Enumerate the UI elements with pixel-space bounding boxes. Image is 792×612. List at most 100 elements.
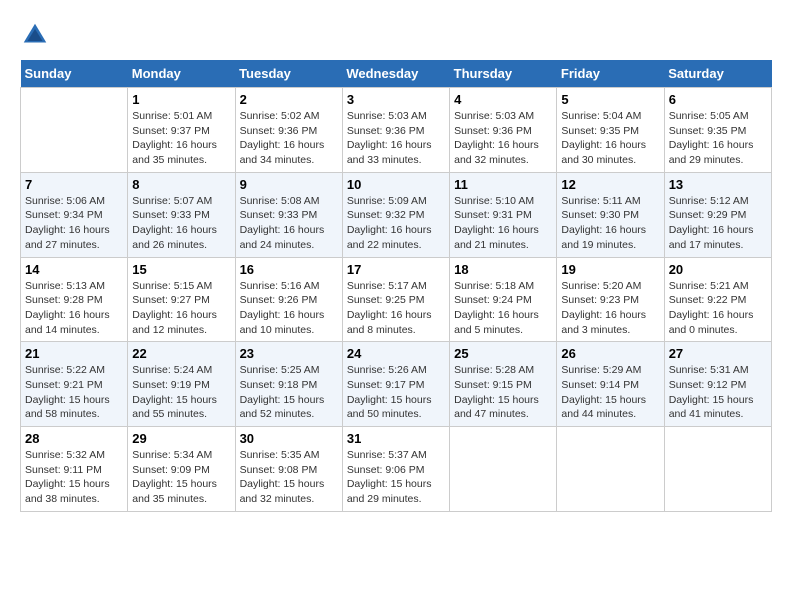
day-number: 26 [561, 346, 659, 361]
day-number: 5 [561, 92, 659, 107]
calendar-cell: 11 Sunrise: 5:10 AM Sunset: 9:31 PM Dayli… [450, 172, 557, 257]
day-detail: Sunrise: 5:03 AM Sunset: 9:36 PM Dayligh… [454, 110, 539, 166]
calendar-week-row: 28 Sunrise: 5:32 AM Sunset: 9:11 PM Dayli… [21, 427, 772, 512]
day-detail: Sunrise: 5:34 AM Sunset: 9:09 PM Dayligh… [132, 449, 217, 505]
day-number: 1 [132, 92, 230, 107]
day-detail: Sunrise: 5:13 AM Sunset: 9:28 PM Dayligh… [25, 280, 110, 336]
calendar-cell: 26 Sunrise: 5:29 AM Sunset: 9:14 PM Dayli… [557, 342, 664, 427]
calendar-cell: 23 Sunrise: 5:25 AM Sunset: 9:18 PM Dayli… [235, 342, 342, 427]
calendar-cell: 2 Sunrise: 5:02 AM Sunset: 9:36 PM Daylig… [235, 88, 342, 173]
day-number: 12 [561, 177, 659, 192]
day-number: 15 [132, 262, 230, 277]
day-detail: Sunrise: 5:20 AM Sunset: 9:23 PM Dayligh… [561, 280, 646, 336]
calendar-week-row: 7 Sunrise: 5:06 AM Sunset: 9:34 PM Daylig… [21, 172, 772, 257]
day-number: 7 [25, 177, 123, 192]
day-detail: Sunrise: 5:22 AM Sunset: 9:21 PM Dayligh… [25, 364, 110, 420]
day-number: 28 [25, 431, 123, 446]
calendar-cell: 27Sunrise: 5:31 AM Sunset: 9:12 PM Dayli… [664, 342, 771, 427]
weekday-header-friday: Friday [557, 60, 664, 88]
calendar-cell: 24Sunrise: 5:26 AM Sunset: 9:17 PM Dayli… [342, 342, 449, 427]
calendar-cell: 1 Sunrise: 5:01 AM Sunset: 9:37 PM Daylig… [128, 88, 235, 173]
day-number: 20 [669, 262, 767, 277]
calendar-cell: 15 Sunrise: 5:15 AM Sunset: 9:27 PM Dayli… [128, 257, 235, 342]
day-number: 14 [25, 262, 123, 277]
day-detail: Sunrise: 5:18 AM Sunset: 9:24 PM Dayligh… [454, 280, 539, 336]
calendar-cell: 20 Sunrise: 5:21 AM Sunset: 9:22 PM Dayli… [664, 257, 771, 342]
day-detail: Sunrise: 5:16 AM Sunset: 9:26 PM Dayligh… [240, 280, 325, 336]
day-number: 31 [347, 431, 445, 446]
calendar-week-row: 14 Sunrise: 5:13 AM Sunset: 9:28 PM Dayli… [21, 257, 772, 342]
calendar-cell [557, 427, 664, 512]
calendar-cell [450, 427, 557, 512]
day-number: 2 [240, 92, 338, 107]
calendar-cell: 28 Sunrise: 5:32 AM Sunset: 9:11 PM Dayli… [21, 427, 128, 512]
day-number: 11 [454, 177, 552, 192]
day-detail: Sunrise: 5:11 AM Sunset: 9:30 PM Dayligh… [561, 195, 646, 251]
weekday-header-wednesday: Wednesday [342, 60, 449, 88]
calendar-cell [664, 427, 771, 512]
day-number: 8 [132, 177, 230, 192]
calendar-cell: 3 Sunrise: 5:03 AM Sunset: 9:36 PM Daylig… [342, 88, 449, 173]
day-number: 18 [454, 262, 552, 277]
day-detail: Sunrise: 5:10 AM Sunset: 9:31 PM Dayligh… [454, 195, 539, 251]
day-detail: Sunrise: 5:25 AM Sunset: 9:18 PM Dayligh… [240, 364, 325, 420]
day-detail: Sunrise: 5:12 AM Sunset: 9:29 PM Dayligh… [669, 195, 754, 251]
calendar-cell: 9 Sunrise: 5:08 AM Sunset: 9:33 PM Daylig… [235, 172, 342, 257]
day-detail: Sunrise: 5:02 AM Sunset: 9:36 PM Dayligh… [240, 110, 325, 166]
weekday-header-monday: Monday [128, 60, 235, 88]
day-number: 25 [454, 346, 552, 361]
day-number: 23 [240, 346, 338, 361]
day-number: 13 [669, 177, 767, 192]
calendar-cell: 13 Sunrise: 5:12 AM Sunset: 9:29 PM Dayli… [664, 172, 771, 257]
day-detail: Sunrise: 5:08 AM Sunset: 9:33 PM Dayligh… [240, 195, 325, 251]
logo-icon [20, 20, 50, 50]
day-detail: Sunrise: 5:29 AM Sunset: 9:14 PM Dayligh… [561, 364, 646, 420]
day-number: 19 [561, 262, 659, 277]
calendar-cell: 6Sunrise: 5:05 AM Sunset: 9:35 PM Daylig… [664, 88, 771, 173]
day-detail: Sunrise: 5:21 AM Sunset: 9:22 PM Dayligh… [669, 280, 754, 336]
calendar-cell: 12 Sunrise: 5:11 AM Sunset: 9:30 PM Dayli… [557, 172, 664, 257]
calendar-week-row: 1 Sunrise: 5:01 AM Sunset: 9:37 PM Daylig… [21, 88, 772, 173]
weekday-header-sunday: Sunday [21, 60, 128, 88]
calendar-cell: 17 Sunrise: 5:17 AM Sunset: 9:25 PM Dayli… [342, 257, 449, 342]
calendar-cell: 18 Sunrise: 5:18 AM Sunset: 9:24 PM Dayli… [450, 257, 557, 342]
calendar-cell: 30 Sunrise: 5:35 AM Sunset: 9:08 PM Dayli… [235, 427, 342, 512]
day-number: 3 [347, 92, 445, 107]
day-detail: Sunrise: 5:17 AM Sunset: 9:25 PM Dayligh… [347, 280, 432, 336]
day-number: 16 [240, 262, 338, 277]
day-detail: Sunrise: 5:15 AM Sunset: 9:27 PM Dayligh… [132, 280, 217, 336]
calendar-cell: 19 Sunrise: 5:20 AM Sunset: 9:23 PM Dayli… [557, 257, 664, 342]
day-detail: Sunrise: 5:28 AM Sunset: 9:15 PM Dayligh… [454, 364, 539, 420]
calendar-cell: 14 Sunrise: 5:13 AM Sunset: 9:28 PM Dayli… [21, 257, 128, 342]
day-detail: Sunrise: 5:03 AM Sunset: 9:36 PM Dayligh… [347, 110, 432, 166]
calendar-cell: 5 Sunrise: 5:04 AM Sunset: 9:35 PM Daylig… [557, 88, 664, 173]
day-number: 17 [347, 262, 445, 277]
day-number: 27 [669, 346, 767, 361]
day-detail: Sunrise: 5:32 AM Sunset: 9:11 PM Dayligh… [25, 449, 110, 505]
calendar-cell: 21 Sunrise: 5:22 AM Sunset: 9:21 PM Dayli… [21, 342, 128, 427]
calendar-cell: 4Sunrise: 5:03 AM Sunset: 9:36 PM Daylig… [450, 88, 557, 173]
calendar-cell [21, 88, 128, 173]
weekday-header-row: SundayMondayTuesdayWednesdayThursdayFrid… [21, 60, 772, 88]
calendar-cell: 8Sunrise: 5:07 AM Sunset: 9:33 PM Daylig… [128, 172, 235, 257]
day-number: 29 [132, 431, 230, 446]
day-detail: Sunrise: 5:24 AM Sunset: 9:19 PM Dayligh… [132, 364, 217, 420]
logo [20, 20, 54, 50]
day-number: 30 [240, 431, 338, 446]
weekday-header-tuesday: Tuesday [235, 60, 342, 88]
day-detail: Sunrise: 5:01 AM Sunset: 9:37 PM Dayligh… [132, 110, 217, 166]
calendar-table: SundayMondayTuesdayWednesdayThursdayFrid… [20, 60, 772, 512]
header [20, 20, 772, 50]
calendar-cell: 16 Sunrise: 5:16 AM Sunset: 9:26 PM Dayli… [235, 257, 342, 342]
day-number: 10 [347, 177, 445, 192]
day-detail: Sunrise: 5:04 AM Sunset: 9:35 PM Dayligh… [561, 110, 646, 166]
day-detail: Sunrise: 5:37 AM Sunset: 9:06 PM Dayligh… [347, 449, 432, 505]
day-detail: Sunrise: 5:35 AM Sunset: 9:08 PM Dayligh… [240, 449, 325, 505]
calendar-cell: 22Sunrise: 5:24 AM Sunset: 9:19 PM Dayli… [128, 342, 235, 427]
calendar-cell: 10Sunrise: 5:09 AM Sunset: 9:32 PM Dayli… [342, 172, 449, 257]
day-number: 6 [669, 92, 767, 107]
day-detail: Sunrise: 5:06 AM Sunset: 9:34 PM Dayligh… [25, 195, 110, 251]
day-number: 21 [25, 346, 123, 361]
day-number: 9 [240, 177, 338, 192]
day-number: 24 [347, 346, 445, 361]
